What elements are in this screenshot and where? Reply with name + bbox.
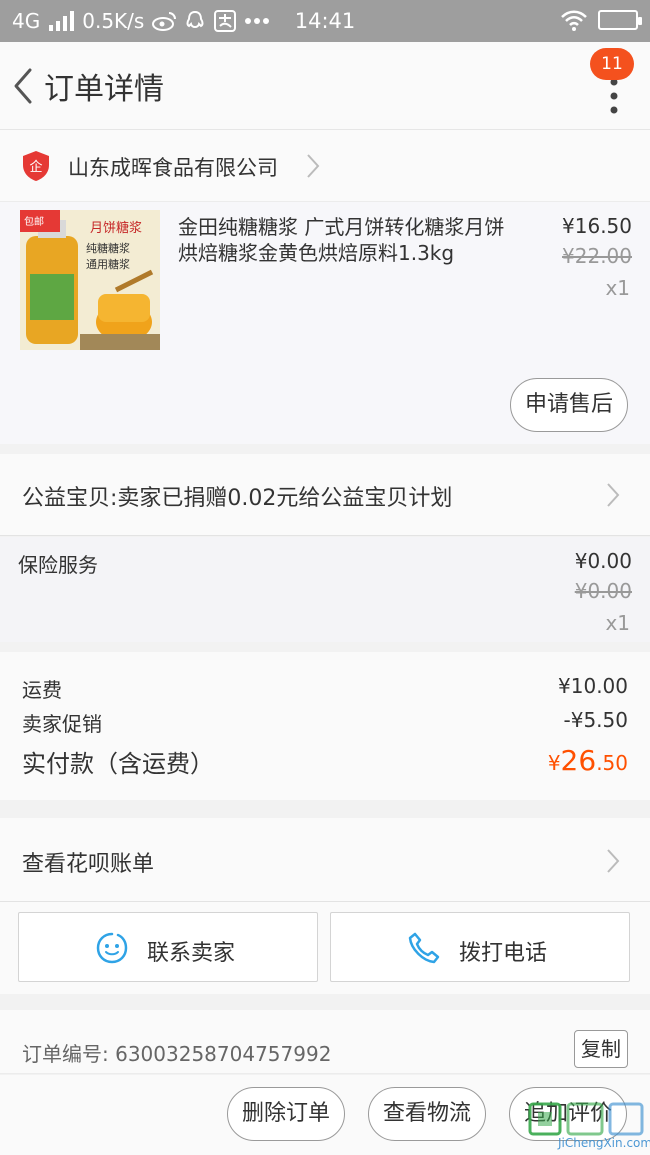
- contact-seller-label: 联系卖家: [147, 941, 236, 966]
- chat-bubble-icon: [96, 932, 128, 964]
- shipping-label: 运费: [22, 678, 62, 702]
- total-decimal: .50: [596, 751, 628, 775]
- insurance-original-price: ¥0.00: [574, 579, 632, 603]
- battery-icon: [598, 10, 642, 30]
- enterprise-shield-icon: 企: [23, 151, 49, 181]
- watermark-site: JiChengXin.com: [558, 1136, 650, 1150]
- contact-bar: 联系卖家 拨打电话: [0, 902, 650, 994]
- price-summary: 运费 ¥10.00 卖家促销 -¥5.50 实付款（含运费） ¥26.50: [0, 652, 650, 800]
- product-item[interactable]: 包邮 月饼糖浆 纯糖糖浆 通用糖浆 金田纯糖糖浆 广式月饼转化糖浆月饼烘焙糖浆金…: [0, 202, 650, 444]
- shop-name: 山东成晖食品有限公司: [68, 156, 278, 180]
- charity-text: 公益宝贝:卖家已捐赠0.02元给公益宝贝计划: [22, 486, 453, 511]
- charity-row[interactable]: 公益宝贝:卖家已捐赠0.02元给公益宝贝计划: [0, 454, 650, 536]
- product-price: ¥16.50: [562, 214, 632, 238]
- huabei-text: 查看花呗账单: [22, 852, 155, 877]
- phone-icon: [408, 932, 440, 964]
- chevron-right-icon: [607, 483, 620, 507]
- chevron-right-icon: [607, 849, 620, 873]
- order-number-row: 订单编号: 63003258704757992 复制: [0, 1010, 650, 1074]
- clock: 14:41: [294, 9, 356, 33]
- after-sale-button[interactable]: 申请售后: [510, 378, 628, 432]
- total-currency: ¥: [547, 751, 561, 775]
- status-bar: 4G 0.5K/s 14:41: [0, 0, 650, 42]
- call-phone-button[interactable]: 拨打电话: [330, 912, 630, 982]
- site-watermark: JiChengXin.com: [528, 1100, 650, 1155]
- delete-order-button[interactable]: 删除订单: [227, 1087, 345, 1141]
- promo-value: -¥5.50: [563, 708, 628, 732]
- call-phone-label: 拨打电话: [459, 941, 548, 966]
- total-row: 实付款（含运费） ¥26.50: [22, 744, 628, 779]
- image-tag: 包邮: [24, 215, 44, 228]
- huabei-bill-row[interactable]: 查看花呗账单: [0, 818, 650, 902]
- product-thumbnail[interactable]: 包邮 月饼糖浆 纯糖糖浆 通用糖浆: [20, 210, 160, 350]
- back-arrow-icon[interactable]: [8, 64, 44, 108]
- total-label: 实付款（含运费）: [22, 750, 214, 778]
- promo-label: 卖家促销: [22, 712, 102, 736]
- total-value: ¥26.50: [548, 744, 628, 777]
- image-label-2: 纯糖糖浆: [86, 241, 130, 255]
- product-quantity: x1: [605, 276, 630, 300]
- insurance-label: 保险服务: [18, 553, 98, 577]
- more-menu-icon[interactable]: [608, 76, 620, 116]
- insurance-quantity: x1: [605, 611, 630, 635]
- watermark-logo: [528, 1102, 644, 1136]
- insurance-item: 保险服务 ¥0.00 ¥0.00 x1: [0, 537, 650, 642]
- message-count-badge: 11: [590, 48, 634, 80]
- contact-seller-button[interactable]: 联系卖家: [18, 912, 318, 982]
- view-logistics-button[interactable]: 查看物流: [368, 1087, 486, 1141]
- shipping-value: ¥10.00: [558, 674, 628, 698]
- product-original-price: ¥22.00: [562, 244, 632, 268]
- copy-button[interactable]: 复制: [574, 1030, 628, 1068]
- wifi-icon: [561, 10, 587, 31]
- image-label-3: 通用糖浆: [86, 257, 130, 271]
- shipping-row: 运费 ¥10.00: [22, 674, 628, 703]
- product-title[interactable]: 金田纯糖糖浆 广式月饼转化糖浆月饼烘焙糖浆金黄色烘焙原料1.3kg: [178, 214, 518, 266]
- syrup-product-image: 包邮 月饼糖浆 纯糖糖浆 通用糖浆: [20, 210, 160, 350]
- insurance-price: ¥0.00: [574, 549, 632, 573]
- nav-bar: 订单详情 11: [0, 42, 650, 130]
- page-title: 订单详情: [44, 72, 164, 107]
- chevron-right-icon: [307, 154, 320, 178]
- total-integer: 26: [560, 744, 597, 777]
- order-number: 订单编号: 63003258704757992: [22, 1042, 332, 1066]
- promo-row: 卖家促销 -¥5.50: [22, 708, 628, 737]
- image-label-1: 月饼糖浆: [90, 220, 142, 236]
- shop-row[interactable]: 企 山东成晖食品有限公司: [0, 130, 650, 202]
- shop-logo-text: 企: [29, 159, 42, 175]
- status-right: [560, 9, 642, 31]
